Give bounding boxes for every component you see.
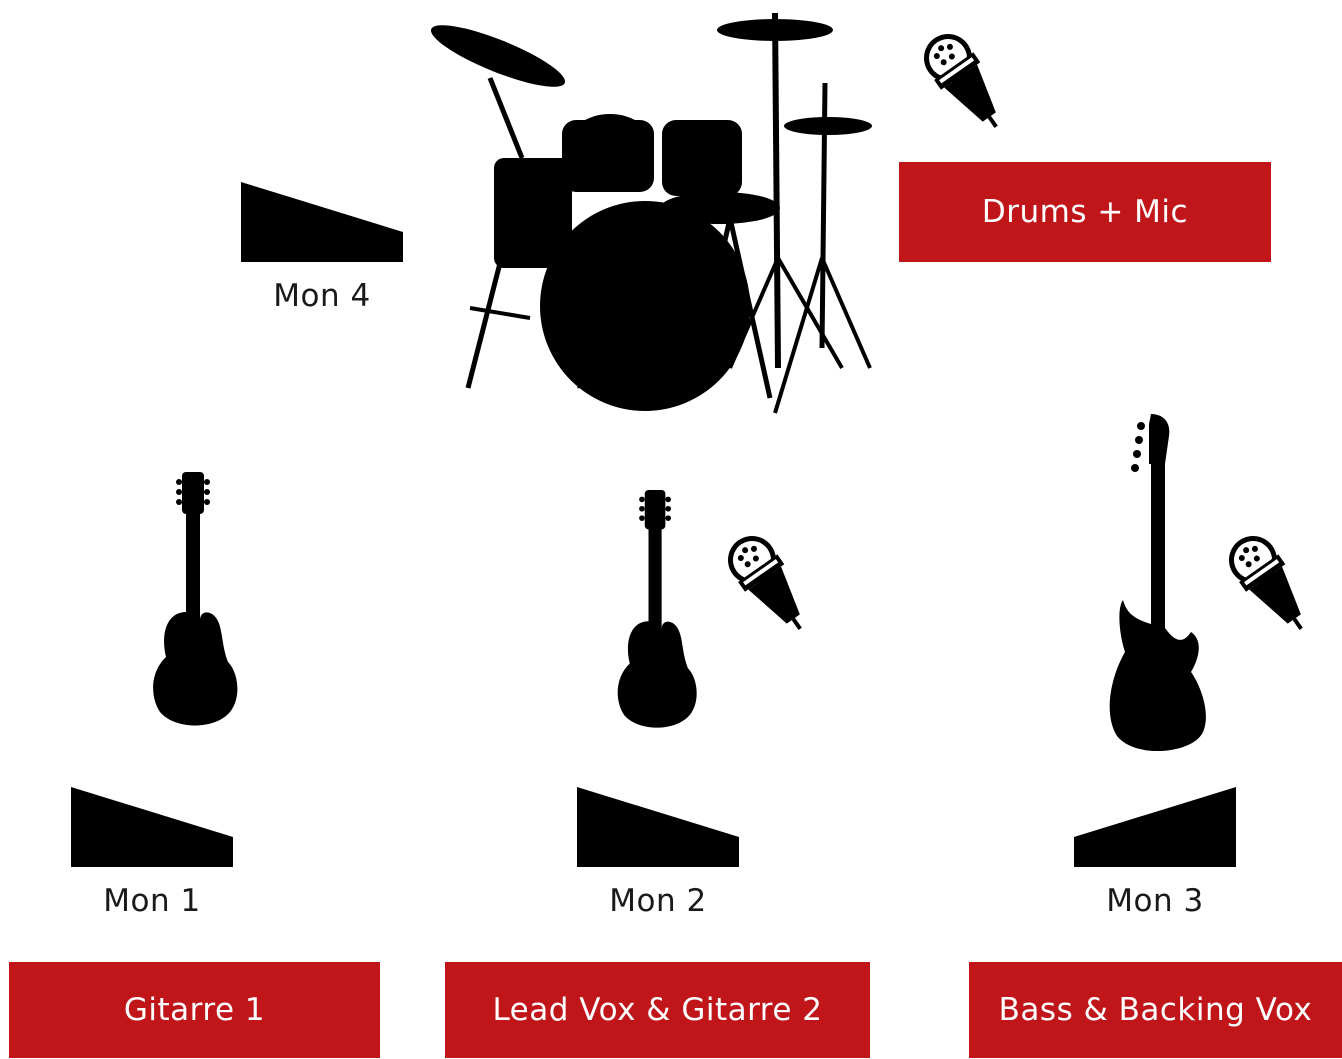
guitar1-position-label: Gitarre 1 [123,992,266,1028]
bass-position-box: Bass & Backing Vox [969,962,1342,1058]
stage-monitor-icon [1074,787,1236,867]
stage-monitor-icon [71,787,233,867]
bass-position-label: Bass & Backing Vox [998,992,1313,1028]
drums-position-label: Drums + Mic [981,194,1189,230]
monitor-1-label: Mon 1 [103,883,201,919]
drum-kit-icon [430,12,872,414]
bass-guitar-icon [1109,414,1206,752]
microphone-icon [1229,536,1303,630]
stage-monitor-icon [241,182,403,262]
microphone-icon [924,34,998,128]
microphone-icon [728,536,802,630]
monitor-3-label: Mon 3 [1106,883,1204,919]
lead-position-label: Lead Vox & Gitarre 2 [492,992,823,1028]
monitor-4-label: Mon 4 [273,278,371,314]
stage-monitor-icon [577,787,739,867]
electric-guitar-icon [153,472,238,726]
electric-guitar-icon [617,490,697,728]
monitor-2-label: Mon 2 [609,883,707,919]
lead-position-box: Lead Vox & Gitarre 2 [445,962,870,1058]
guitar1-position-box: Gitarre 1 [9,962,380,1058]
drums-position-box: Drums + Mic [899,162,1271,262]
